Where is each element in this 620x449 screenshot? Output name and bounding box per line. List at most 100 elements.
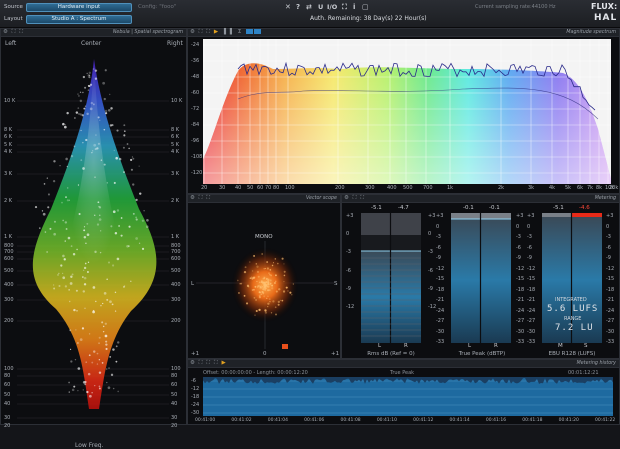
meter-scale-tick: -15 [527,276,536,282]
vector-bottom-center: 0 [263,351,267,357]
vector-panel-title: Vector scope [306,196,337,201]
meter-scale-tick: -21 [436,297,445,303]
frequency-tick: 8 K [171,127,180,133]
truepeak-channel-l: L [468,343,472,349]
panel-tools-icon[interactable]: ⚙ ⛶ ⛶ [3,29,24,36]
frequency-tick: 3 K [4,171,13,177]
history-time-tick: 00:41:16 [485,418,507,423]
vector-bottom-left: +1 [191,351,200,357]
layout-select[interactable]: Studio A : Spectrum [26,15,132,24]
frequency-tick: 20 [4,423,11,429]
history-time-tick: 00:41:06 [304,418,325,423]
history-time-tick: 00:41:14 [449,418,470,423]
frequency-tick: 100 [171,366,181,372]
meter-scale-tick: -12 [436,265,445,272]
history-db-tick: -24 [191,402,200,408]
ebu-integrated-label: INTEGRATED [555,297,587,303]
magnitude-frequency-tick: 200 [335,185,345,191]
frequency-tick: 1 K [171,234,180,240]
frequency-tick: 80 [4,373,11,379]
magnitude-spectrum-plot [203,39,611,184]
meter-scale-tick: -15 [606,276,615,282]
undo-icon[interactable]: U [318,3,323,11]
meter-scale-tick: -21 [527,297,536,303]
low-freq-label: Low Freq. [75,442,104,449]
meter-scale-tick: -6 [346,267,351,274]
magnitude-tools-icon[interactable]: ⚙ ⛶ ⛶ ▶ ▐ ▌ Σ [190,29,262,36]
vector-tools-icon[interactable]: ⚙ ⛶ ⛶ [190,195,211,202]
meter-scale-tick: -12 [606,265,615,272]
meter-scale-tick: -12 [346,304,355,310]
meter-scale-tick: 0 [346,231,350,238]
frequency-tick: 8 K [4,127,13,133]
meter-scale-tick: -33 [527,339,536,345]
meter-scale-tick: -24 [436,307,445,314]
meter-scale-tick: -18 [516,286,525,293]
history-tools-icon[interactable]: ⚙ ⛶ ⛶ ⛶ ▶ [190,360,227,367]
ebu-range-label: RANGE [564,316,582,322]
left-label: Left [5,40,17,47]
truepeak-caption: True Peak (dBTP) [458,351,506,357]
frequency-tick: 60 [4,382,11,388]
magnitude-frequency-tick: 2k [498,185,505,191]
truepeak-peak-left: -0.1 [463,205,474,211]
frequency-tick: 50 [4,392,11,398]
magnitude-frequency-tick: 8k [596,185,603,191]
history-time-right: 00:01:12:21 [568,370,599,376]
magnitude-frequency-tick: 60 [257,185,264,191]
truepeak-channel-r: R [494,343,498,349]
info-icon[interactable]: i [353,3,355,11]
magnitude-frequency-tick: 20 [201,185,208,191]
meter-scale-tick: -24 [516,307,525,314]
magnitude-panel-header: ⚙ ⛶ ⛶ ▶ ▐ ▌ Σ Magnitude spectrum [188,29,619,37]
meter-scale-tick: +3 [436,213,444,219]
meter-scale-tick: -24 [527,307,536,314]
meter-scale-tick: -15 [436,276,445,282]
io-icon[interactable]: I/O [327,3,337,11]
help-icon[interactable]: ? [296,3,300,11]
meter-scale-tick: -30 [606,328,615,335]
meter-scale-tick: -33 [516,339,525,345]
ebu-peak-left: -5.1 [553,205,564,211]
sampling-rate: Current sampling rate:44100 Hz [475,4,556,10]
compare-icon[interactable]: ⇄ [306,3,312,11]
mono-label: MONO [255,234,273,240]
meter-scale-tick: +3 [346,213,354,219]
meter-scale-tick: -6 [606,244,611,251]
frequency-tick: 80 [171,373,178,379]
meter-scale-tick: -9 [527,255,532,261]
magnitude-frequency-tick: 100 [285,185,295,191]
frequency-tick: 2 K [4,198,13,204]
meter-scale-tick: -18 [527,286,536,293]
frequency-tick: 40 [171,401,178,407]
window-icon[interactable]: ▢ [362,3,369,11]
frequency-tick: 60 [171,382,178,388]
meter-scale-tick: -3 [346,249,351,256]
auth-status: Auth. Remaining: 38 Day(s) 22 Hour(s) [310,15,427,22]
history-panel-title: Metering history [576,361,616,366]
history-center-label: True Peak [390,370,415,376]
frequency-tick: 6 K [4,134,13,140]
meter-scale-tick: -27 [527,318,536,324]
frequency-tick: 200 [4,318,14,324]
metering-tools-icon[interactable]: ⚙ ⛶ ⛶ [344,195,365,202]
frequency-tick: 10 K [171,98,183,104]
magnitude-frequency-tick: 40 [235,185,242,191]
frequency-tick: 40 [4,401,11,407]
close-icon[interactable]: ✕ [285,3,291,11]
frequency-tick: 100 [4,366,14,372]
meter-scale-tick: -6 [527,244,532,251]
meter-scale-tick: 0 [428,231,432,238]
frequency-tick: 400 [4,282,14,288]
meter-scale-tick: -6 [436,244,441,251]
magnitude-db-tick: -108 [191,154,203,160]
source-select[interactable]: Hardware input [26,3,132,12]
fullscreen-icon[interactable]: ⛶ [342,3,347,12]
magnitude-frequency-tick: 6k [577,185,584,191]
ebu-peak-right: -4.6 [579,205,590,211]
magnitude-db-tick: -60 [191,90,200,96]
meter-scale-tick: -27 [606,318,615,324]
magnitude-panel-title: Magnitude spectrum [566,30,616,35]
magnitude-frequency-tick: 300 [365,185,375,191]
magnitude-frequency-tick: 50 [247,185,254,191]
